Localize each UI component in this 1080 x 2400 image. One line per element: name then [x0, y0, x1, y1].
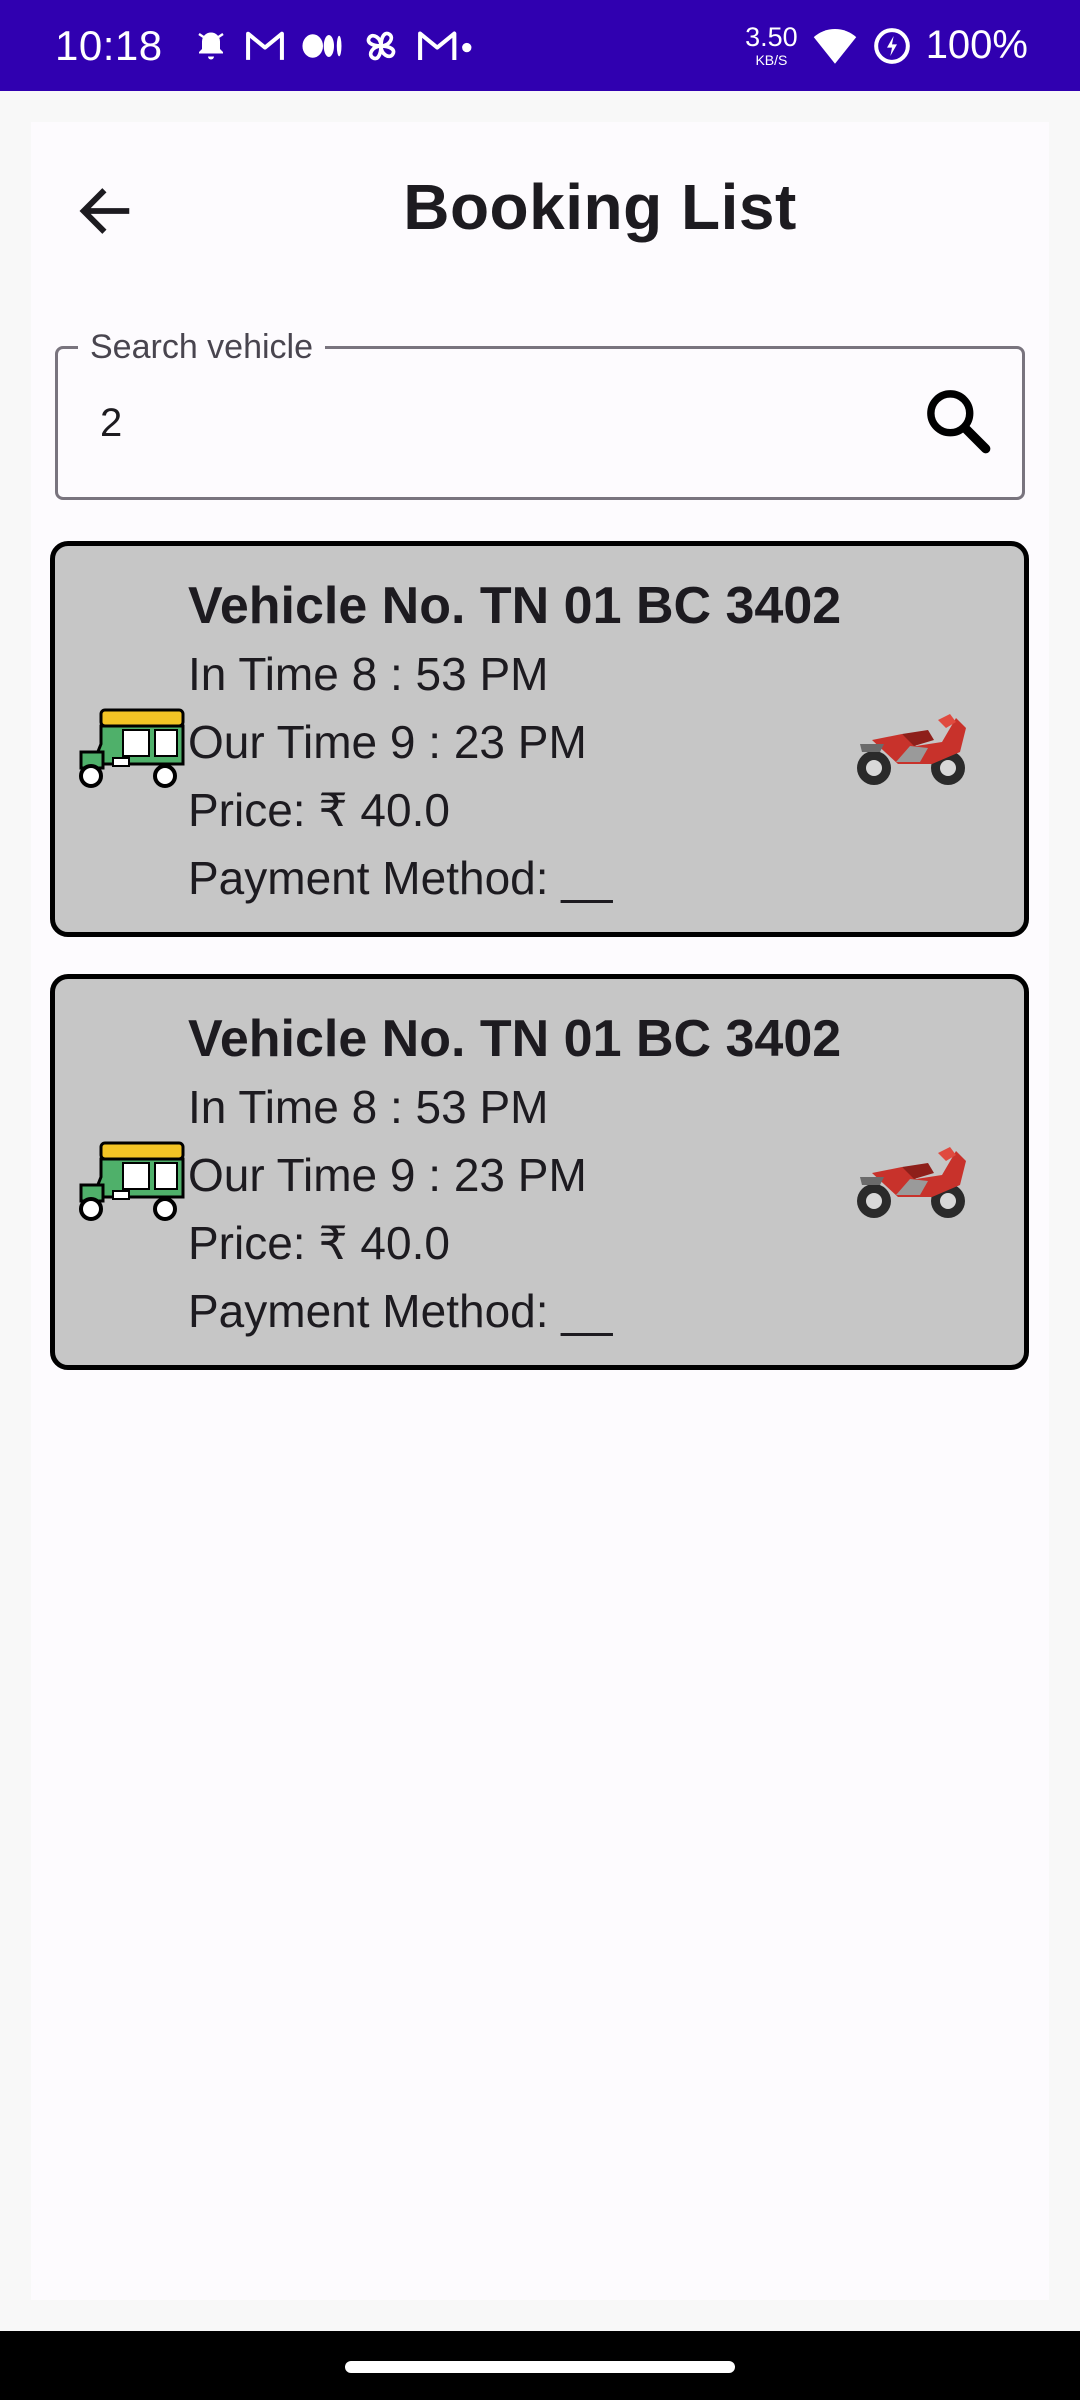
gmail-icon: [417, 31, 472, 60]
network-speed-value: 3.50: [745, 22, 798, 52]
status-bar: 10:18 3.50 KB/S 4 100%: [0, 0, 1080, 91]
auto-rickshaw-icon: [79, 1141, 185, 1221]
battery-percent: 100%: [925, 23, 1028, 67]
search-icon: [927, 390, 991, 454]
medium-icon: [302, 33, 342, 58]
booking-card[interactable]: Vehicle No. TN 01 BC 3402 In Time 8 : 53…: [50, 541, 1029, 937]
alarm-icon: [197, 32, 224, 59]
booking-details: Vehicle No. TN 01 BC 3402 In Time 8 : 53…: [188, 572, 841, 912]
wifi-icon: 4: [813, 28, 856, 66]
price: Price: ₹ 40.0: [188, 784, 450, 836]
motorcycle-icon: [857, 714, 966, 785]
gmail-icon: [245, 31, 284, 60]
price: Price: ₹ 40.0: [188, 1217, 450, 1269]
navigation-bar: [0, 2331, 1080, 2400]
search-field[interactable]: Search vehicle: [55, 327, 1025, 500]
in-time: In Time 8 : 53 PM: [188, 648, 549, 700]
search-label: Search vehicle: [78, 327, 326, 367]
search-input[interactable]: [100, 393, 900, 453]
arrow-left-icon: [79, 188, 130, 234]
payment-method: Payment Method: __: [188, 852, 613, 904]
status-time: 10:18: [55, 21, 163, 69]
payment-method: Payment Method: __: [188, 1285, 613, 1337]
vehicle-number: Vehicle No. TN 01 BC 3402: [188, 1010, 842, 1068]
motorcycle-icon: [857, 1147, 966, 1218]
out-time: Our Time 9 : 23 PM: [188, 716, 587, 768]
booking-card[interactable]: Vehicle No. TN 01 BC 3402 In Time 8 : 53…: [50, 974, 1029, 1370]
wifi-badge: 4: [844, 52, 851, 65]
search-button[interactable]: [916, 379, 1000, 463]
back-button[interactable]: [66, 172, 144, 250]
battery-saver-icon: [873, 27, 910, 64]
in-time: In Time 8 : 53 PM: [188, 1081, 549, 1133]
auto-rickshaw-icon: [79, 708, 185, 788]
booking-details: Vehicle No. TN 01 BC 3402 In Time 8 : 53…: [188, 1005, 841, 1345]
system-indicators: 3.50 KB/S 4 100%: [745, 23, 1028, 68]
vehicle-number: Vehicle No. TN 01 BC 3402: [188, 577, 842, 635]
out-time: Our Time 9 : 23 PM: [188, 1149, 587, 1201]
network-speed: 3.50 KB/S: [745, 22, 798, 68]
home-gesture-handle[interactable]: [345, 2361, 735, 2373]
notification-icons: [193, 26, 473, 66]
pinwheel-icon: [366, 31, 395, 60]
network-speed-unit: KB/S: [755, 52, 788, 68]
page-title: Booking List: [403, 171, 797, 243]
